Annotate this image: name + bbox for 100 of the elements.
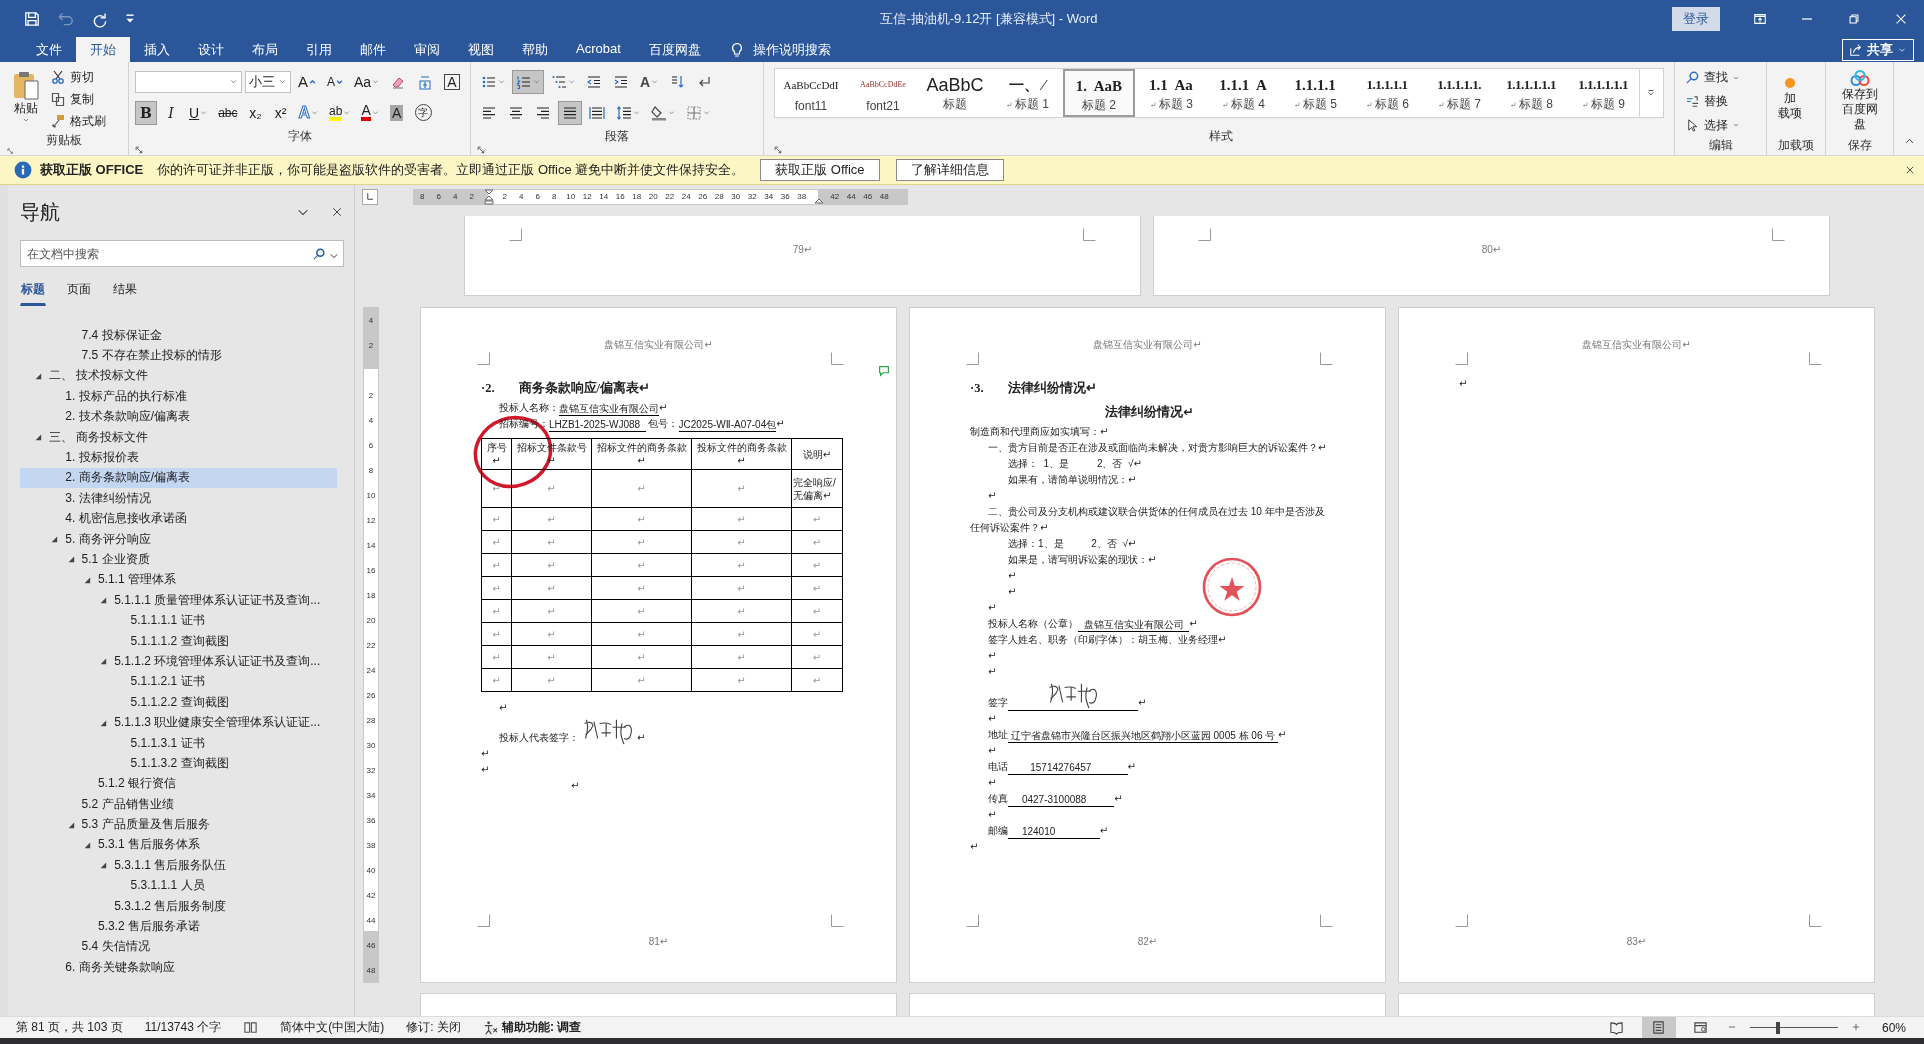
style-gallery-item[interactable]: AaBbCcDdEe font21 (847, 69, 919, 117)
outline-item[interactable]: 5.3.1 售后服务体系 (20, 834, 337, 856)
ribbon-tab[interactable]: 设计 (184, 37, 238, 62)
ribbon-tab[interactable]: 视图 (454, 37, 508, 62)
expand-toggle-icon[interactable] (66, 820, 75, 829)
outline-item[interactable]: 5.1.1.3.1 证书 (20, 732, 337, 754)
outline-item[interactable]: 2. 商务条款响应/偏离表 (20, 467, 337, 489)
outline-item[interactable]: 1. 投标报价表 (20, 447, 337, 468)
superscript-button[interactable]: x² (269, 100, 292, 125)
highlight-button[interactable]: ab (325, 100, 355, 125)
outline-item[interactable]: 3. 法律纠纷情况 (20, 488, 337, 509)
subscript-button[interactable]: x₂ (244, 100, 267, 125)
caret-icon[interactable] (330, 252, 338, 260)
dialog-launcher-icon[interactable] (6, 148, 15, 155)
vertical-ruler[interactable]: 4 2 2 4 6 8 10 12 14 16 18 20 22 24 26 28 30 32 34 36 38 40 42 44 46 48 (363, 307, 379, 983)
page-count[interactable]: 第 81 页，共 103 页 (16, 1019, 123, 1036)
expand-toggle-icon[interactable] (34, 371, 42, 380)
outline-item[interactable]: 5.1.2 银行资信 (20, 773, 337, 794)
ribbon-tab[interactable]: 帮助 (508, 37, 562, 62)
font-color-button[interactable]: A (357, 100, 383, 125)
outline-item[interactable]: 5.3.1.2 售后服务制度 (20, 895, 337, 917)
style-gallery-item[interactable]: 1.1.1 A 标题 4 (1207, 69, 1279, 117)
replace-button[interactable]: 替换 (1681, 90, 1744, 113)
ribbon-tab[interactable]: 插入 (130, 37, 184, 62)
slider-thumb[interactable] (1776, 1021, 1781, 1034)
outline-item[interactable]: 5.1.1.1.1 证书 (20, 610, 337, 631)
outline-item[interactable]: 6. 商务关键条款响应 (20, 957, 337, 978)
font-name-field[interactable] (135, 70, 242, 93)
zoom-level[interactable]: 60% (1881, 1020, 1906, 1035)
expand-toggle-icon[interactable] (99, 718, 108, 727)
outline-item[interactable]: 5.3 产品质量及售后服务 (20, 814, 337, 835)
ribbon-tab[interactable]: 引用 (292, 37, 346, 62)
ribbon-tab[interactable]: 开始 (76, 37, 130, 62)
select-button[interactable]: 选择 (1681, 114, 1744, 137)
italic-button[interactable]: I (160, 100, 182, 125)
tab-selector[interactable] (362, 189, 378, 205)
word-count[interactable]: 11/13743 个字 (144, 1019, 222, 1036)
outline-item[interactable]: 7.4 投标保证金 (20, 325, 337, 346)
outline-item[interactable]: 4. 机密信息接收承诺函 (20, 508, 337, 529)
expand-toggle-icon[interactable] (34, 433, 42, 442)
ribbon-tab[interactable]: 布局 (238, 37, 292, 62)
outline-item[interactable]: 5.1.1.1.2 查询截图 (20, 630, 337, 652)
expand-toggle-icon[interactable] (82, 840, 91, 849)
justify-button[interactable] (558, 100, 582, 125)
close-button[interactable] (1904, 164, 1916, 176)
dialog-launcher-icon[interactable] (477, 146, 486, 155)
paste-button[interactable]: 粘贴 (6, 66, 46, 132)
share-button[interactable]: 共享 (1842, 39, 1914, 61)
outline-item[interactable]: 5.1.1.3.2 查询截图 (20, 753, 337, 774)
copy-button[interactable]: 复制 (46, 88, 110, 110)
underline-button[interactable]: U (185, 100, 212, 125)
expand-toggle-icon[interactable] (99, 596, 108, 605)
search-icon[interactable] (312, 247, 326, 261)
outline-item[interactable]: 5.1.1 管理体系 (20, 569, 337, 591)
pane-tab[interactable]: 标题 (20, 279, 46, 306)
outline-item[interactable]: 5.1.1.3 职业健康安全管理体系认证证... (20, 712, 337, 733)
outline-item[interactable]: 5.3.2 售后服务承诺 (20, 916, 337, 937)
enclose-characters-button[interactable]: 字 (410, 100, 436, 125)
cut-button[interactable]: 剪切 (46, 66, 110, 88)
search-field[interactable]: 在文档中搜索 (20, 240, 344, 267)
style-gallery-item[interactable]: 1.1.1.1 标题 5 (1279, 69, 1351, 117)
sign-in-button[interactable]: 登录 (1672, 6, 1720, 31)
style-gallery-item[interactable]: AaBbC 标题 (919, 69, 991, 117)
customize-toolbar-button[interactable] (124, 13, 136, 24)
expand-toggle-icon[interactable] (66, 555, 75, 564)
print-layout-button[interactable] (1641, 1016, 1676, 1039)
dialog-launcher-icon[interactable] (135, 146, 144, 155)
outline-item[interactable]: 5.2 产品销售业绩 (20, 794, 337, 815)
change-case-button[interactable]: Aa (350, 69, 384, 94)
outline-item[interactable]: 5. 商务评分响应 (20, 528, 337, 550)
font-size-field[interactable]: 小三 (245, 70, 291, 93)
outline-item[interactable]: 5.1.1.2.1 证书 (20, 671, 337, 693)
ribbon-tab[interactable]: 百度网盘 (634, 37, 715, 62)
expand-toggle-icon[interactable] (82, 575, 91, 584)
expand-toggle-icon[interactable] (50, 535, 59, 544)
indent-marker-icon[interactable] (484, 189, 494, 205)
strikethrough-button[interactable]: abc (214, 100, 242, 125)
pane-tab[interactable]: 页面 (66, 279, 92, 306)
character-shading-button[interactable]: A (385, 100, 408, 125)
ribbon-tab[interactable]: 邮件 (346, 37, 400, 62)
outline-item[interactable]: 5.4 失信情况 (20, 936, 337, 958)
message-bar-button[interactable]: 获取正版 Office (760, 159, 880, 181)
outline-item[interactable]: 5.1.1.2 环境管理体系认证证书及查询... (20, 651, 337, 672)
numbering-button[interactable] (512, 69, 544, 94)
outline-item[interactable]: 5.1.1.2.2 查询截图 (20, 692, 337, 713)
character-border-button[interactable]: A (440, 69, 464, 94)
accessibility-status[interactable]: 辅助功能: 调查 (501, 1019, 582, 1036)
language-status[interactable]: 简体中文(中国大陆) (280, 1019, 385, 1036)
style-gallery-item[interactable]: AaBbCcDdI font11 (775, 69, 847, 117)
find-button[interactable]: 查找 (1681, 66, 1744, 89)
outline-item[interactable]: 5.1.1.1 质量管理体系认证证书及查询... (20, 590, 337, 611)
style-gallery-item[interactable]: 1.1.1.1.1 标题 6 (1351, 69, 1423, 117)
outline-item[interactable]: 5.3.1.1 售后服务队伍 (20, 855, 337, 876)
expand-toggle-icon[interactable] (99, 657, 108, 666)
shrink-font-button[interactable]: A (323, 69, 348, 94)
tell-me-search[interactable]: 操作说明搜索 (752, 40, 831, 59)
dialog-launcher-icon[interactable] (774, 146, 783, 155)
message-bar-button[interactable]: 了解详细信息 (895, 159, 1004, 181)
style-gallery-item[interactable]: 1.1.1.1.1. 标题 7 (1423, 69, 1495, 117)
style-gallery-item[interactable]: 1. AaB 标题 2 (1063, 69, 1135, 117)
